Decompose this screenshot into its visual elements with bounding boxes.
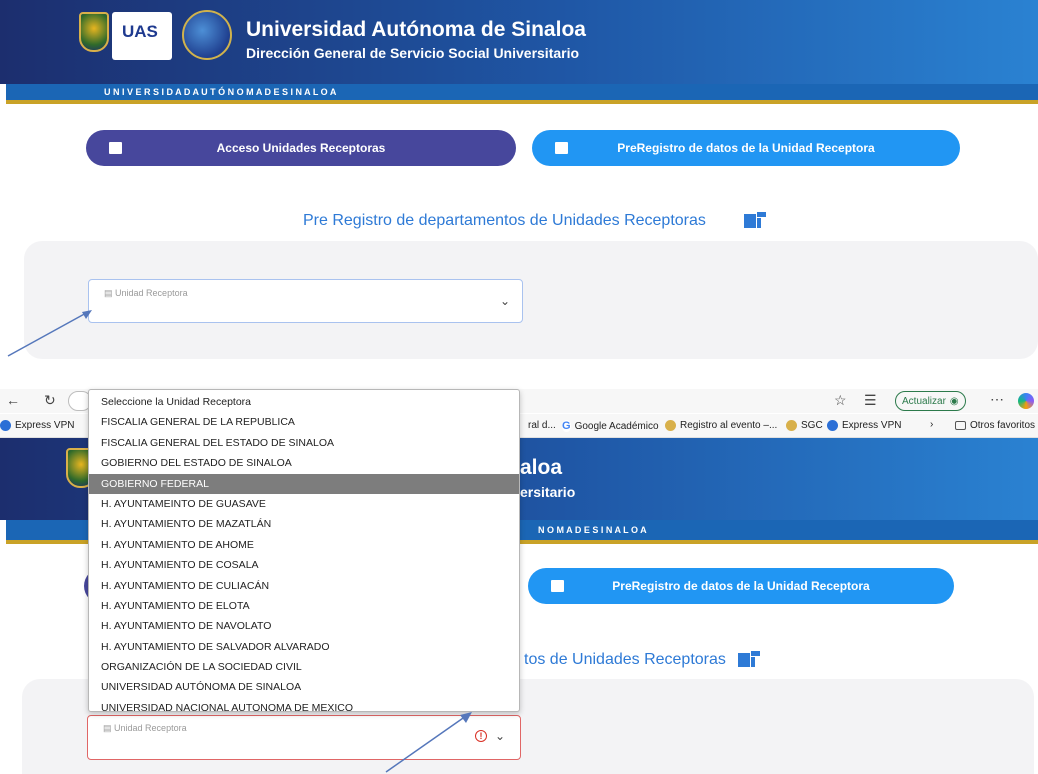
gold-divider [6,100,1038,104]
bookmark-express-vpn[interactable]: Express VPN [0,420,74,431]
bookmark-otros-favoritos[interactable]: Otros favoritos [955,420,1035,431]
section-title-partial: tos de Unidades Receptoras [524,651,726,668]
dropdown-option[interactable]: H. AYUNTAMIENTO DE CULIACÁN [89,576,519,596]
chevron-right-icon[interactable]: › [930,419,933,430]
bookmark-express-vpn-2[interactable]: Express VPN [827,420,901,431]
uas-logo-text: UAS [122,22,158,41]
university-stripe: U N I V E R S I D A D A U T Ó N O M A D … [6,84,1038,100]
bookmark-registro[interactable]: Registro al evento –... [665,420,777,431]
building-icon [555,142,568,154]
preregistro-button-2[interactable]: PreRegistro de datos de la Unidad Recept… [528,568,954,604]
profile-icon: ◉ [949,395,959,407]
dropdown-option[interactable]: H. AYUNTAMIENTO DE MAZATLÁN [89,514,519,534]
globe-logo [182,10,232,60]
department-name: Dirección General de Servicio Social Uni… [246,45,580,61]
copilot-icon[interactable] [1018,393,1034,409]
bookmark-sgc[interactable]: SGC [786,420,823,431]
star-icon[interactable]: ☆ [834,392,847,409]
preregistro-label: PreRegistro de datos de la Unidad Recept… [617,141,875,155]
access-units-button[interactable]: Acceso Unidades Receptoras [86,130,516,166]
access-units-label: Acceso Unidades Receptoras [216,141,386,155]
unidad-receptora-select[interactable]: ▤ Unidad Receptora ⌄ [88,279,523,323]
building-icon: ▤ [104,288,113,298]
dropdown-option[interactable]: GOBIERNO FEDERAL [89,473,519,494]
chevron-down-icon[interactable]: ⌄ [495,729,505,743]
dropdown-option[interactable]: FISCALIA GENERAL DEL ESTADO DE SINALOA [89,433,519,453]
stripe-text-partial: N O M A D E S I N A L O A [538,525,647,535]
chevron-down-icon[interactable]: ⌄ [500,294,510,308]
preregistro-button[interactable]: PreRegistro de datos de la Unidad Recept… [532,130,960,166]
dropdown-option[interactable]: H. AYUNTAMIENTO DE NAVOLATO [89,616,519,636]
dropdown-option[interactable]: H. AYUNTAMIENTO DE AHOME [89,535,519,555]
unidad-receptora-dropdown: Seleccione la Unidad Receptora FISCALIA G… [88,389,520,714]
unidad-receptora-label: ▤ Unidad Receptora [103,723,187,733]
bookmark-partial[interactable]: ral d... [528,420,556,431]
uas-shield-logo [79,12,109,52]
dropdown-option[interactable]: UNIVERSIDAD NACIONAL AUTONOMA DE MEXICO [89,698,519,718]
unidad-receptora-select-2[interactable]: ▤ Unidad Receptora ! ⌄ [87,715,521,760]
university-name: Universidad Autónoma de Sinaloa [246,18,586,41]
dropdown-option[interactable]: H. AYUNTAMIENTO DE SALVADOR ALVARADO [89,637,519,657]
update-button[interactable]: Actualizar ◉ [895,391,966,411]
unidad-receptora-label: ▤ Unidad Receptora [104,288,188,298]
dropdown-option[interactable]: FISCALIA GENERAL DE LA REPUBLICA [89,412,519,432]
section-title: Pre Registro de departamentos de Unidade… [303,212,706,229]
department-name-partial: ersitario [520,484,576,500]
dropdown-option[interactable]: ORGANIZACIÓN DE LA SOCIEDAD CIVIL [89,657,519,677]
dropdown-option-list: Seleccione la Unidad Receptora FISCALIA G… [89,390,519,718]
more-icon[interactable]: ⋯ [990,391,1004,408]
preregistro-label: PreRegistro de datos de la Unidad Recept… [612,579,870,593]
dropdown-option[interactable]: UNIVERSIDAD AUTÓNOMA DE SINALOA [89,677,519,697]
dropdown-option[interactable]: H. AYUNTAMIENTO DE ELOTA [89,596,519,616]
refresh-icon[interactable]: ↻ [44,392,56,409]
dropdown-option[interactable]: H. AYUNTAMEINTO DE GUASAVE [89,494,519,514]
back-icon[interactable]: ← [6,392,20,408]
building-icon [109,142,122,154]
building-icon [738,651,760,667]
dropdown-option[interactable]: H. AYUNTAMIENTO DE COSALA [89,555,519,575]
header-banner: UAS Universidad Autónoma de Sinaloa Dire… [0,0,1038,84]
favorites-icon[interactable]: ☰ [864,392,877,409]
error-icon: ! [475,730,487,742]
university-name-partial: aloa [520,456,563,479]
dropdown-option[interactable]: GOBIERNO DEL ESTADO DE SINALOA [89,453,519,473]
building-icon: ▤ [103,723,112,733]
update-label: Actualizar [902,395,946,407]
building-icon [744,212,766,228]
stripe-text: U N I V E R S I D A D A U T Ó N O M A D … [104,87,337,97]
dropdown-option[interactable]: Seleccione la Unidad Receptora [89,392,519,412]
building-icon [551,580,564,592]
uas-logo: UAS [112,12,172,60]
bookmark-google-academico[interactable]: G Google Académico [562,420,659,432]
